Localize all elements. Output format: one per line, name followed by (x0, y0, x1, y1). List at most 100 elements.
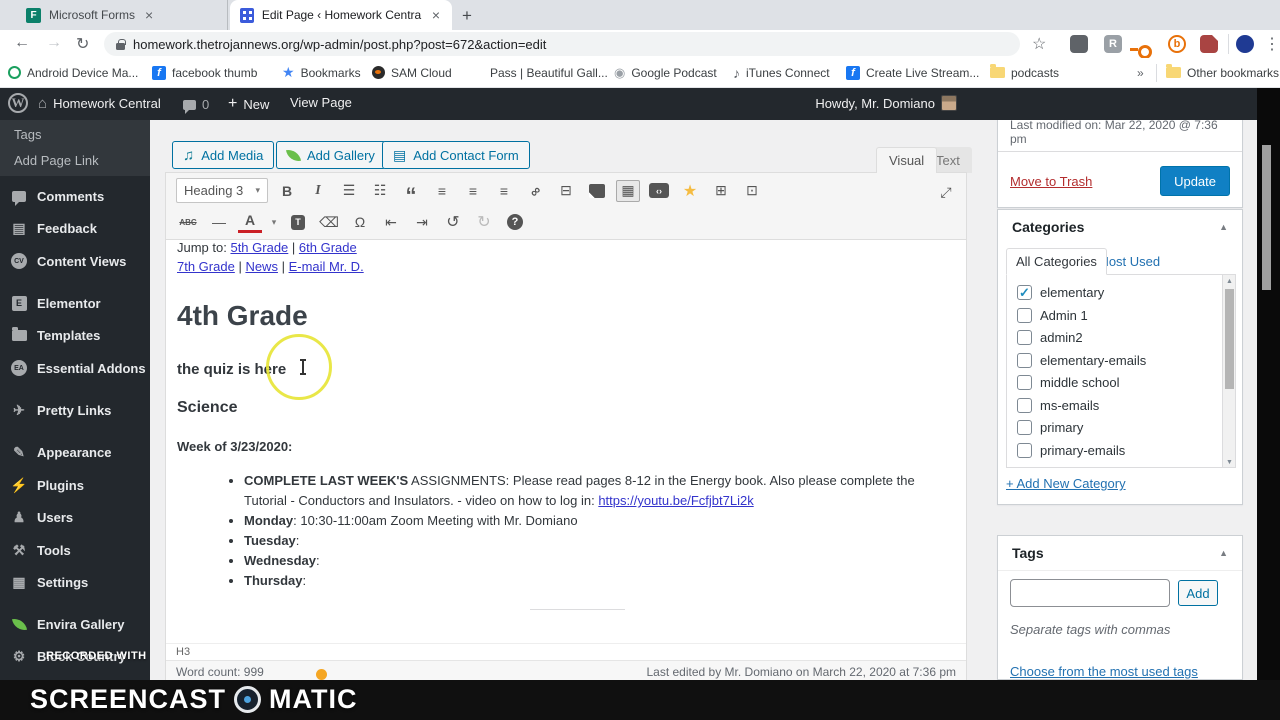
new-tab-button[interactable]: + (462, 6, 472, 26)
sidebar-item-appearance[interactable]: ✎ Appearance (0, 438, 150, 466)
help-button[interactable]: ? (503, 211, 527, 233)
add-new-category-link[interactable]: + Add New Category (1006, 476, 1126, 491)
tab-all-categories[interactable]: All Categories (1006, 248, 1107, 275)
scroll-down-icon[interactable]: ▼ (1226, 459, 1233, 466)
paste-as-text-button[interactable]: T (286, 211, 310, 233)
sidebar-item-comments[interactable]: Comments (0, 182, 150, 210)
close-tab-icon[interactable]: × (430, 7, 442, 23)
tab-microsoft-forms[interactable]: F Microsoft Forms × (16, 0, 228, 30)
redo-button[interactable]: ↻ (472, 211, 496, 233)
contact-form-button[interactable]: ⊞ (709, 180, 733, 202)
chevron-down-icon[interactable]: ▾ (269, 211, 279, 233)
numbered-list-button[interactable]: ☷ (368, 180, 392, 202)
link-news[interactable]: News (245, 259, 278, 274)
link-6th-grade[interactable]: 6th Grade (299, 240, 357, 255)
text-color-button[interactable]: A (238, 211, 262, 233)
link-email[interactable]: E-mail Mr. D. (289, 259, 364, 274)
bookmark-sam-cloud[interactable]: SAM Cloud (372, 66, 452, 80)
category-option[interactable]: primary-emails (1017, 443, 1125, 458)
bookmarks-overflow-icon[interactable]: » (1137, 66, 1144, 80)
align-center-button[interactable]: ≡ (461, 180, 485, 202)
distraction-free-button[interactable]: ⤢ (934, 181, 958, 203)
tab-edit-page[interactable]: Edit Page ‹ Homework Central — × (230, 0, 452, 30)
bookmark-podcasts-folder[interactable]: podcasts (990, 64, 1059, 80)
special-character-button[interactable]: Ω (348, 211, 372, 233)
extension-r-icon[interactable]: R (1104, 35, 1122, 53)
update-button[interactable]: Update (1160, 166, 1230, 196)
list-scrollbar[interactable]: ▲ ▼ (1222, 275, 1235, 467)
page-break-button[interactable] (585, 180, 609, 202)
extension-icon[interactable] (1070, 35, 1088, 53)
sidebar-item-elementor[interactable]: E Elementor (0, 289, 150, 317)
sidebar-item-users[interactable]: ♟ Users (0, 503, 150, 531)
collapse-icon[interactable]: ▲ (1219, 222, 1228, 232)
back-icon[interactable]: ← (14, 34, 30, 52)
close-tab-icon[interactable]: × (143, 7, 155, 23)
read-more-button[interactable]: ⊟ (554, 180, 578, 202)
youtube-link[interactable]: https://youtu.be/Fcfjbt7Li2k (598, 493, 753, 508)
align-right-button[interactable]: ≡ (492, 180, 516, 202)
checkbox[interactable] (1017, 398, 1032, 413)
checkbox[interactable] (1017, 375, 1032, 390)
tab-most-used[interactable]: Most Used (1098, 254, 1160, 269)
link-5th-grade[interactable]: 5th Grade (230, 240, 288, 255)
sidebar-item-plugins[interactable]: ⚡ Plugins (0, 471, 150, 499)
comments-count[interactable]: 0 (183, 97, 209, 114)
forward-icon[interactable]: → (46, 34, 62, 52)
scrollbar-thumb[interactable] (1225, 289, 1234, 389)
sidebar-item-add-page-link[interactable]: Add Page Link (14, 153, 99, 168)
sidebar-item-envira-gallery[interactable]: Envira Gallery (0, 610, 150, 638)
sidebar-item-essential-addons[interactable]: EA Essential Addons (0, 354, 150, 382)
category-option[interactable]: Admin 1 (1017, 308, 1088, 323)
tags-header[interactable]: Tags ▲ (998, 536, 1242, 571)
category-option[interactable]: primary (1017, 420, 1083, 435)
bookmark-google-podcast[interactable]: ◉ Google Podcast (614, 65, 717, 81)
category-option[interactable]: admin2 (1017, 330, 1083, 345)
new-menu[interactable]: + New (228, 95, 269, 113)
embed-button[interactable]: ⊡ (740, 180, 764, 202)
clear-formatting-button[interactable]: ⌫ (317, 211, 341, 233)
editor-content[interactable]: Jump to: 5th Grade | 6th Grade 7th Grade… (166, 240, 966, 643)
star-shortcode-button[interactable]: ★ (678, 180, 702, 202)
profile-avatar[interactable] (1236, 35, 1254, 53)
padlock-icon[interactable] (116, 38, 126, 50)
toolbar-toggle-button[interactable]: ▦ (616, 179, 640, 202)
extension-b-icon[interactable]: b (1168, 35, 1186, 53)
reload-icon[interactable]: ↻ (76, 34, 89, 54)
undo-button[interactable]: ↺ (441, 211, 465, 233)
bookmark-star-icon[interactable]: ☆ (1032, 34, 1046, 54)
indent-button[interactable]: ⇥ (410, 211, 434, 233)
choose-most-used-link[interactable]: Choose from the most used tags (1010, 664, 1198, 679)
bold-button[interactable]: B (275, 180, 299, 202)
sidebar-item-templates[interactable]: Templates (0, 321, 150, 349)
bookmark-android[interactable]: Android Device Ma... (8, 66, 138, 80)
collapse-icon[interactable]: ▲ (1219, 548, 1228, 558)
category-option[interactable]: middle school (1017, 375, 1120, 390)
site-name-link[interactable]: ⌂ Homework Central (38, 95, 161, 112)
checkbox[interactable] (1017, 308, 1032, 323)
shortcode-button[interactable]: ‹› (647, 180, 671, 202)
add-gallery-button[interactable]: Add Gallery (276, 141, 386, 169)
blockquote-button[interactable]: “ (399, 180, 423, 206)
tab-visual[interactable]: Visual (876, 147, 938, 173)
browser-menu-icon[interactable]: ⋮ (1264, 34, 1280, 54)
bookmark-create-live[interactable]: f Create Live Stream... (846, 65, 979, 80)
align-left-button[interactable]: ≡ (430, 180, 454, 202)
checkbox[interactable] (1017, 443, 1032, 458)
sidebar-item-settings[interactable]: ▦ Settings (0, 568, 150, 596)
bookmark-itunes[interactable]: ♪ iTunes Connect (733, 65, 830, 81)
sidebar-item-content-views[interactable]: CV Content Views (0, 247, 150, 275)
sidebar-item-tags[interactable]: Tags (14, 127, 41, 142)
category-option[interactable]: ms-emails (1017, 398, 1099, 413)
bulleted-list-button[interactable]: ☰ (337, 180, 361, 202)
add-media-button[interactable]: ♫ Add Media (172, 141, 275, 169)
link-button[interactable]: ∞ (519, 174, 552, 207)
outdent-button[interactable]: ⇤ (379, 211, 403, 233)
bookmark-bookmarks[interactable]: ★ Bookmarks (282, 64, 361, 81)
move-to-trash-link[interactable]: Move to Trash (1010, 174, 1092, 189)
format-select[interactable]: Heading 3 ▾ (176, 178, 268, 203)
new-tag-input[interactable] (1010, 579, 1170, 607)
add-contact-form-button[interactable]: ▤ Add Contact Form (382, 141, 530, 169)
bookmark-facebook-thumb[interactable]: f facebook thumb (152, 65, 257, 80)
checkbox[interactable] (1017, 353, 1032, 368)
